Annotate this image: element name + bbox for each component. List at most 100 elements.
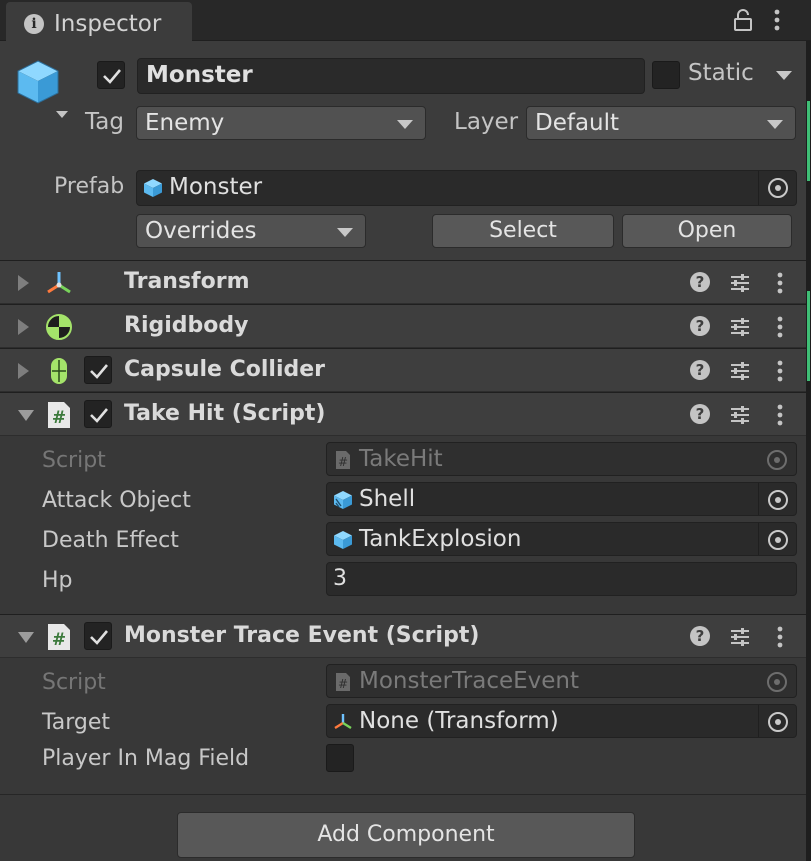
add-component-button[interactable]: Add Component <box>177 812 635 858</box>
player-in-mag-field-checkbox[interactable] <box>326 744 354 772</box>
overrides-value: Overrides <box>145 218 257 244</box>
presets-icon[interactable] <box>729 404 751 426</box>
edge-strip <box>806 41 811 861</box>
target-label: Target <box>42 710 111 735</box>
prefab-icon <box>334 531 352 549</box>
target-value: None (Transform) <box>359 708 559 734</box>
overrides-dropdown[interactable]: Overrides <box>136 214 366 248</box>
prefab-field[interactable]: Monster <box>136 170 797 206</box>
tab-label: Inspector <box>54 11 162 37</box>
presets-icon[interactable] <box>729 360 751 382</box>
foldout-arrow-icon[interactable] <box>18 319 29 335</box>
info-icon: i <box>24 14 44 34</box>
static-checkbox[interactable] <box>652 61 680 89</box>
svg-text:#: # <box>338 455 348 469</box>
hp-field[interactable]: 3 <box>326 562 797 596</box>
object-picker-icon[interactable] <box>758 483 796 515</box>
active-checkbox[interactable] <box>97 61 125 89</box>
tab-bar: i Inspector <box>0 0 811 41</box>
enabled-checkbox[interactable] <box>84 400 112 428</box>
prefab-icon <box>144 179 162 197</box>
object-picker-icon[interactable] <box>758 705 796 737</box>
help-icon[interactable]: ? <box>690 626 710 646</box>
component-title: Rigidbody <box>124 313 249 338</box>
tag-dropdown[interactable]: Enemy <box>136 106 426 140</box>
foldout-arrow-icon[interactable] <box>18 632 34 643</box>
target-field[interactable]: None (Transform) <box>326 704 797 738</box>
static-label: Static <box>688 60 754 86</box>
foldout-arrow-icon[interactable] <box>18 410 34 421</box>
layer-label: Layer <box>454 109 519 135</box>
prefab-label: Prefab <box>54 174 125 199</box>
rigidbody-icon <box>46 314 72 340</box>
hp-label: Hp <box>42 568 73 593</box>
capsule-collider-icon <box>51 358 67 384</box>
prefab-value: Monster <box>169 174 263 200</box>
player-in-mag-field-label: Player In Mag Field <box>42 746 250 771</box>
object-picker-icon <box>758 665 796 697</box>
layer-dropdown[interactable]: Default <box>526 106 796 140</box>
foldout-arrow-icon[interactable] <box>18 275 29 291</box>
static-dropdown-icon[interactable] <box>776 70 792 82</box>
object-picker-icon[interactable] <box>758 171 796 205</box>
enabled-checkbox[interactable] <box>84 622 112 650</box>
component-header-transform[interactable]: Transform ? <box>0 260 806 304</box>
layer-value: Default <box>535 110 620 136</box>
object-picker-icon[interactable] <box>758 523 796 555</box>
inspector-window: i Inspector Monster Static Tag Enemy Lay… <box>0 0 811 861</box>
help-icon[interactable]: ? <box>690 316 710 336</box>
chevron-down-icon <box>767 120 783 129</box>
prefab-cube-icon[interactable] <box>16 59 68 119</box>
script-value: MonsterTraceEvent <box>359 668 580 694</box>
svg-text:#: # <box>52 630 66 650</box>
component-header-capsule-collider[interactable]: Capsule Collider ? <box>0 348 806 392</box>
death-effect-label: Death Effect <box>42 528 179 553</box>
foldout-arrow-icon[interactable] <box>18 363 29 379</box>
take-hit-body: Script # TakeHit Attack Object Shell Dea… <box>0 436 806 614</box>
script-icon: # <box>48 624 70 650</box>
component-header-rigidbody[interactable]: Rigidbody ? <box>0 304 806 348</box>
object-picker-icon <box>758 443 796 475</box>
help-icon[interactable]: ? <box>690 360 710 380</box>
component-menu-icon[interactable] <box>771 625 789 649</box>
attack-object-value: Shell <box>359 486 416 512</box>
component-menu-icon[interactable] <box>771 403 789 427</box>
tag-label: Tag <box>85 109 124 135</box>
attack-object-label: Attack Object <box>42 488 191 513</box>
script-icon: # <box>48 402 70 428</box>
open-button[interactable]: Open <box>622 214 792 248</box>
tab-inspector[interactable]: i Inspector <box>6 2 192 41</box>
script-label: Script <box>42 670 106 695</box>
presets-icon[interactable] <box>729 272 751 294</box>
tag-value: Enemy <box>145 110 225 136</box>
prefab-variant-icon <box>334 491 352 509</box>
component-title: Transform <box>124 269 250 294</box>
help-icon[interactable]: ? <box>690 404 710 424</box>
component-menu-icon[interactable] <box>771 315 789 339</box>
lock-icon[interactable] <box>733 8 753 32</box>
attack-object-field[interactable]: Shell <box>326 482 797 516</box>
script-value: TakeHit <box>359 446 443 472</box>
presets-icon[interactable] <box>729 316 751 338</box>
presets-icon[interactable] <box>729 626 751 648</box>
script-file-icon: # <box>336 673 350 691</box>
enabled-checkbox[interactable] <box>84 356 112 384</box>
chevron-down-icon <box>397 120 413 129</box>
tab-menu-icon[interactable] <box>768 8 786 32</box>
script-field: # TakeHit <box>326 442 797 476</box>
name-field[interactable]: Monster <box>137 58 645 94</box>
component-title: Capsule Collider <box>124 357 326 382</box>
transform-icon <box>334 714 352 730</box>
component-menu-icon[interactable] <box>771 271 789 295</box>
component-header-take-hit[interactable]: # Take Hit (Script) ? <box>0 392 806 436</box>
component-title: Take Hit (Script) <box>124 401 326 426</box>
select-button[interactable]: Select <box>432 214 614 248</box>
help-icon[interactable]: ? <box>690 272 710 292</box>
component-menu-icon[interactable] <box>771 359 789 383</box>
script-field: # MonsterTraceEvent <box>326 664 797 698</box>
script-file-icon: # <box>336 451 350 469</box>
chevron-down-icon <box>337 228 353 237</box>
death-effect-field[interactable]: TankExplosion <box>326 522 797 556</box>
component-header-monster-trace-event[interactable]: # Monster Trace Event (Script) ? <box>0 614 806 658</box>
script-label: Script <box>42 448 106 473</box>
